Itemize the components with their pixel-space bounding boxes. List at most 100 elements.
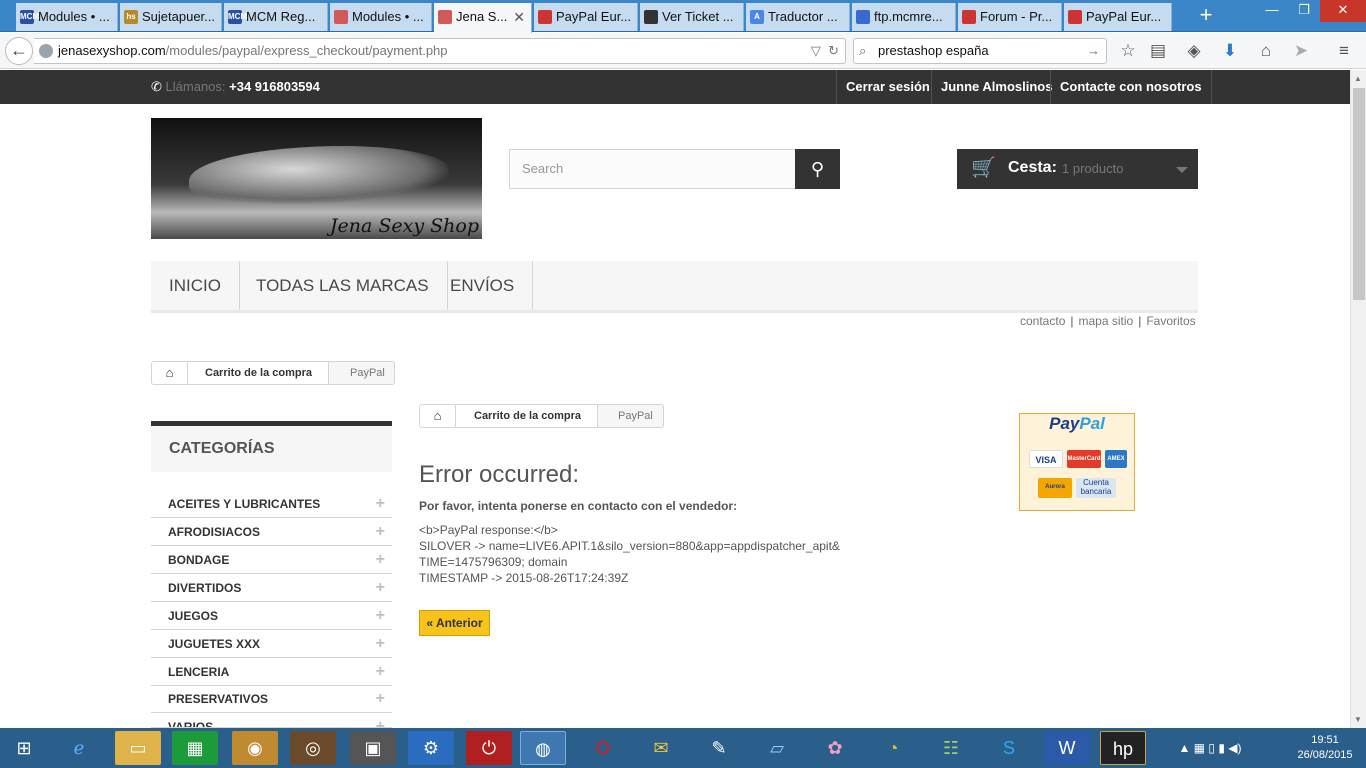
skype-icon[interactable]: S xyxy=(986,731,1032,765)
cart-block[interactable]: 🛒 Cesta: 1 producto xyxy=(957,149,1198,189)
bank-account-icon: Cuenta bancaria xyxy=(1076,478,1116,498)
browser-tab[interactable]: PayPal Eur... xyxy=(1064,3,1172,31)
browser-tab[interactable]: hs Sujetapuer... xyxy=(120,3,222,31)
menu-envios[interactable]: ENVÍOS xyxy=(432,261,534,310)
browser-tab[interactable]: Ver Ticket ... xyxy=(640,3,744,31)
home-icon[interactable]: ⌂ xyxy=(420,405,456,427)
back-previous-button[interactable]: « Anterior xyxy=(419,610,490,636)
plus-icon[interactable]: + xyxy=(376,685,385,713)
shop-search-button[interactable]: ⚲ xyxy=(795,149,840,189)
windows-start-icon[interactable]: ⊞ xyxy=(2,731,46,765)
url-domain: jenasexyshop.com xyxy=(58,43,166,58)
favorites-link[interactable]: Favoritos xyxy=(1146,314,1195,328)
mail-icon[interactable]: ✉ xyxy=(638,731,684,765)
media-icon[interactable]: ◉ xyxy=(232,731,278,765)
breadcrumb-cart[interactable]: Carrito de la compra xyxy=(188,362,329,384)
browser-tab[interactable]: Forum - Pr... xyxy=(958,3,1062,31)
contact-link[interactable]: Contacte con nosotros xyxy=(1050,70,1212,104)
category-item[interactable]: AFRODISIACOS + xyxy=(151,518,392,546)
sitemap-link[interactable]: mapa sitio xyxy=(1079,314,1134,328)
cart-icon: 🛒 xyxy=(971,157,996,179)
firefox-icon[interactable]: ◍ xyxy=(520,731,566,765)
browser-tab[interactable]: Jena S... ✕ xyxy=(434,3,532,33)
minimize-button[interactable]: — xyxy=(1255,0,1289,22)
breadcrumb-cart[interactable]: Carrito de la compra xyxy=(456,405,598,427)
search-go-icon[interactable]: → xyxy=(1087,39,1100,63)
home-icon[interactable]: ⌂ xyxy=(1256,41,1276,61)
chrome-icon[interactable]: ◔ xyxy=(870,731,916,765)
menu-todas-las-marcas[interactable]: TODAS LAS MARCAS xyxy=(238,261,448,310)
scroll-up-icon[interactable]: ▲ xyxy=(1354,74,1362,83)
paypal-response-line: TIMESTAMP -> 2015-08-26T17:24:39Z xyxy=(419,571,629,585)
back-button[interactable]: ← xyxy=(5,37,33,65)
tab-label: Modules • ... xyxy=(38,9,110,24)
tab-label: PayPal Eur... xyxy=(556,9,632,24)
menu-inicio[interactable]: INICIO xyxy=(151,261,240,310)
opera-icon[interactable]: O xyxy=(580,731,626,765)
plus-icon[interactable]: + xyxy=(376,602,385,630)
plus-icon[interactable]: + xyxy=(376,630,385,658)
hp-icon[interactable]: hp xyxy=(1100,731,1146,765)
category-item[interactable]: VARIOS + xyxy=(151,713,392,728)
window-app-icon[interactable]: ▱ xyxy=(754,731,800,765)
store-icon[interactable]: ▦ xyxy=(172,731,218,765)
power-app-icon[interactable]: ⏻ xyxy=(466,731,512,765)
category-item[interactable]: PRESERVATIVOS + xyxy=(151,685,392,713)
category-item[interactable]: JUEGOS + xyxy=(151,602,392,630)
logout-link[interactable]: Cerrar sesión xyxy=(836,70,939,104)
new-tab-button[interactable]: + xyxy=(1194,4,1218,28)
system-tray[interactable]: ▲ ▦ ▯ ▮ ◀) xyxy=(1160,731,1260,765)
browser-tab[interactable]: Modules • ... xyxy=(330,3,432,31)
scrollbar-thumb[interactable] xyxy=(1353,88,1365,300)
categories-title: CATEGORÍAS xyxy=(169,440,275,457)
paint-icon[interactable]: ✿ xyxy=(812,731,858,765)
close-window-button[interactable]: ✕ xyxy=(1320,0,1366,22)
browser-tab[interactable]: MCM MCM Reg... xyxy=(224,3,328,31)
browser-tab[interactable]: A Traductor ... xyxy=(746,3,850,31)
category-item[interactable]: ACEITES Y LUBRICANTES + xyxy=(151,490,392,518)
restore-button[interactable]: ❐ xyxy=(1289,0,1319,22)
url-bar[interactable]: jenasexyshop.com/modules/paypal/express_… xyxy=(34,38,846,64)
shop-logo[interactable]: Jena Sexy Shop xyxy=(151,118,482,239)
category-item[interactable]: BONDAGE + xyxy=(151,546,392,574)
category-item[interactable]: DIVERTIDOS + xyxy=(151,574,392,602)
tab-favicon-icon xyxy=(334,10,348,24)
plus-icon[interactable]: + xyxy=(376,518,385,546)
reading-list-icon[interactable]: ▤ xyxy=(1148,41,1168,61)
share-icon[interactable]: ➤ xyxy=(1291,41,1311,61)
file-explorer-icon[interactable]: ▭ xyxy=(115,731,161,765)
browser-tab[interactable]: MCM Modules • ... xyxy=(16,3,118,31)
bookmark-star-icon[interactable]: ☆ xyxy=(1118,41,1138,61)
settings-app-icon[interactable]: ⚙ xyxy=(408,731,454,765)
plus-icon[interactable]: + xyxy=(376,658,385,686)
reload-icon[interactable]: ▽ ↻ xyxy=(811,39,839,63)
category-item[interactable]: LENCERIA + xyxy=(151,658,392,686)
menu-icon[interactable]: ≡ xyxy=(1334,41,1354,61)
shop-search-input[interactable]: Search xyxy=(509,149,796,189)
network-app-icon[interactable]: ☷ xyxy=(928,731,974,765)
plus-icon[interactable]: + xyxy=(376,574,385,602)
close-tab-icon[interactable]: ✕ xyxy=(513,3,525,31)
browser-tab[interactable]: PayPal Eur... xyxy=(534,3,638,31)
plus-icon[interactable]: + xyxy=(376,546,385,574)
contacto-link[interactable]: contacto xyxy=(1020,314,1065,328)
pocket-icon[interactable]: ◈ xyxy=(1184,41,1204,61)
plus-icon[interactable]: + xyxy=(376,490,385,518)
tab-label: Traductor ... xyxy=(768,9,838,24)
tab-label: Jena S... xyxy=(456,9,508,24)
download-icon[interactable]: ⬇ xyxy=(1220,41,1240,61)
browser-tab[interactable]: ftp.mcmre... xyxy=(852,3,956,31)
account-link[interactable]: Junne Almoslinos xyxy=(931,70,1061,104)
internet-explorer-icon[interactable]: ℯ xyxy=(56,731,102,765)
browser-search-input[interactable]: ⌕ prestashop españa → xyxy=(853,38,1107,64)
speaker-app-icon[interactable]: ◎ xyxy=(290,731,336,765)
scroll-down-icon[interactable]: ▼ xyxy=(1354,715,1362,724)
editor-icon[interactable]: ✎ xyxy=(696,731,742,765)
document-app-icon[interactable]: ▣ xyxy=(350,731,396,765)
page-scrollbar[interactable]: ▲ ▼ xyxy=(1350,70,1366,728)
word-icon[interactable]: W xyxy=(1044,731,1090,765)
category-item[interactable]: JUGUETES XXX + xyxy=(151,630,392,658)
plus-icon[interactable]: + xyxy=(376,713,385,727)
clock[interactable]: 19:51 26/08/2015 xyxy=(1290,733,1360,763)
home-icon[interactable]: ⌂ xyxy=(152,362,188,384)
